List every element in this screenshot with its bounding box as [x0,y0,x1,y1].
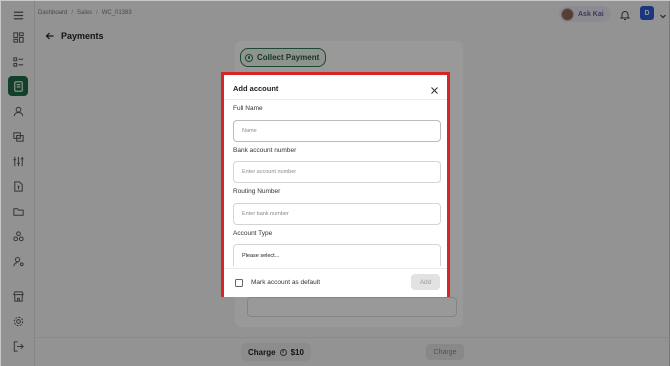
bank-account-input[interactable] [233,161,441,183]
bank-account-label: Bank account number [233,147,297,154]
routing-number-label: Routing Number [233,188,281,195]
account-type-select[interactable]: Please select... [233,244,441,266]
close-icon[interactable] [430,82,439,94]
add-button[interactable]: Add [411,274,440,290]
modal-body: Full Name Bank account number Routing Nu… [224,100,447,268]
routing-number-input[interactable] [233,203,441,225]
modal-footer: Mark account as default Add [224,268,447,297]
default-account-label[interactable]: Mark account as default [251,279,320,286]
default-account-checkbox[interactable] [235,279,243,287]
full-name-input[interactable] [233,120,441,142]
modal-title: Add account [233,84,279,93]
full-name-label: Full Name [233,105,263,112]
add-account-modal: Add account Full Name Bank account numbe… [224,75,447,297]
account-type-label: Account Type [233,230,273,237]
app-window: Dashboard / Sales / WC_01383 Ask Kai D P… [0,0,670,366]
modal-header: Add account [224,75,447,100]
modal-highlight-frame: Add account Full Name Bank account numbe… [221,72,450,297]
